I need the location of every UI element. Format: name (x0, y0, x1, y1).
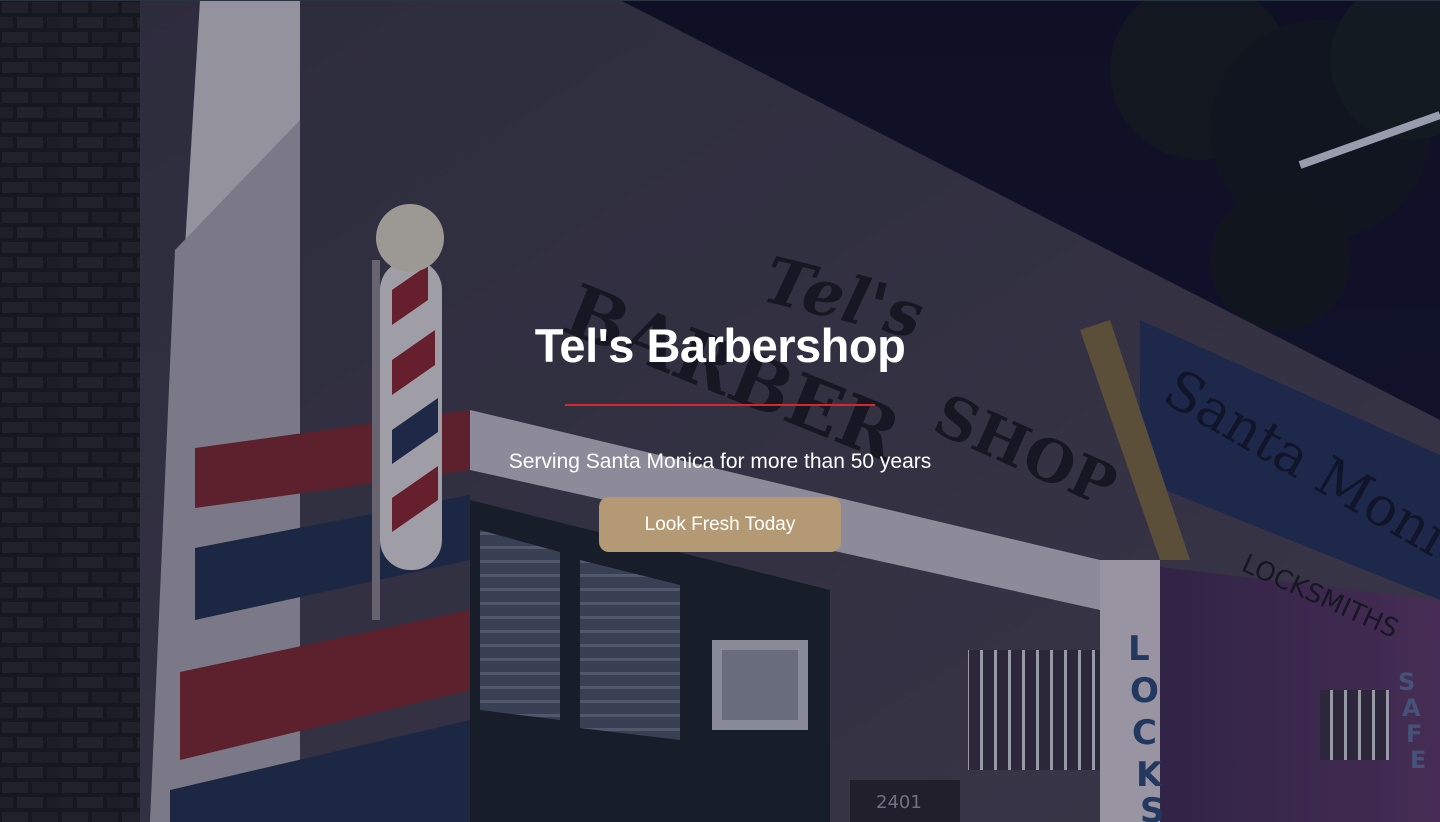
look-fresh-today-button[interactable]: Look Fresh Today (599, 497, 841, 552)
top-divider (0, 0, 1440, 1)
hero-content: Tel's Barbershop Serving Santa Monica fo… (0, 318, 1440, 552)
title-underline (565, 404, 875, 406)
page-title: Tel's Barbershop (534, 319, 906, 372)
hero-subtitle: Serving Santa Monica for more than 50 ye… (508, 450, 932, 473)
hero-section: Tel's BARBER SHOP Santa Monica LOCKSMITH… (0, 0, 1440, 822)
